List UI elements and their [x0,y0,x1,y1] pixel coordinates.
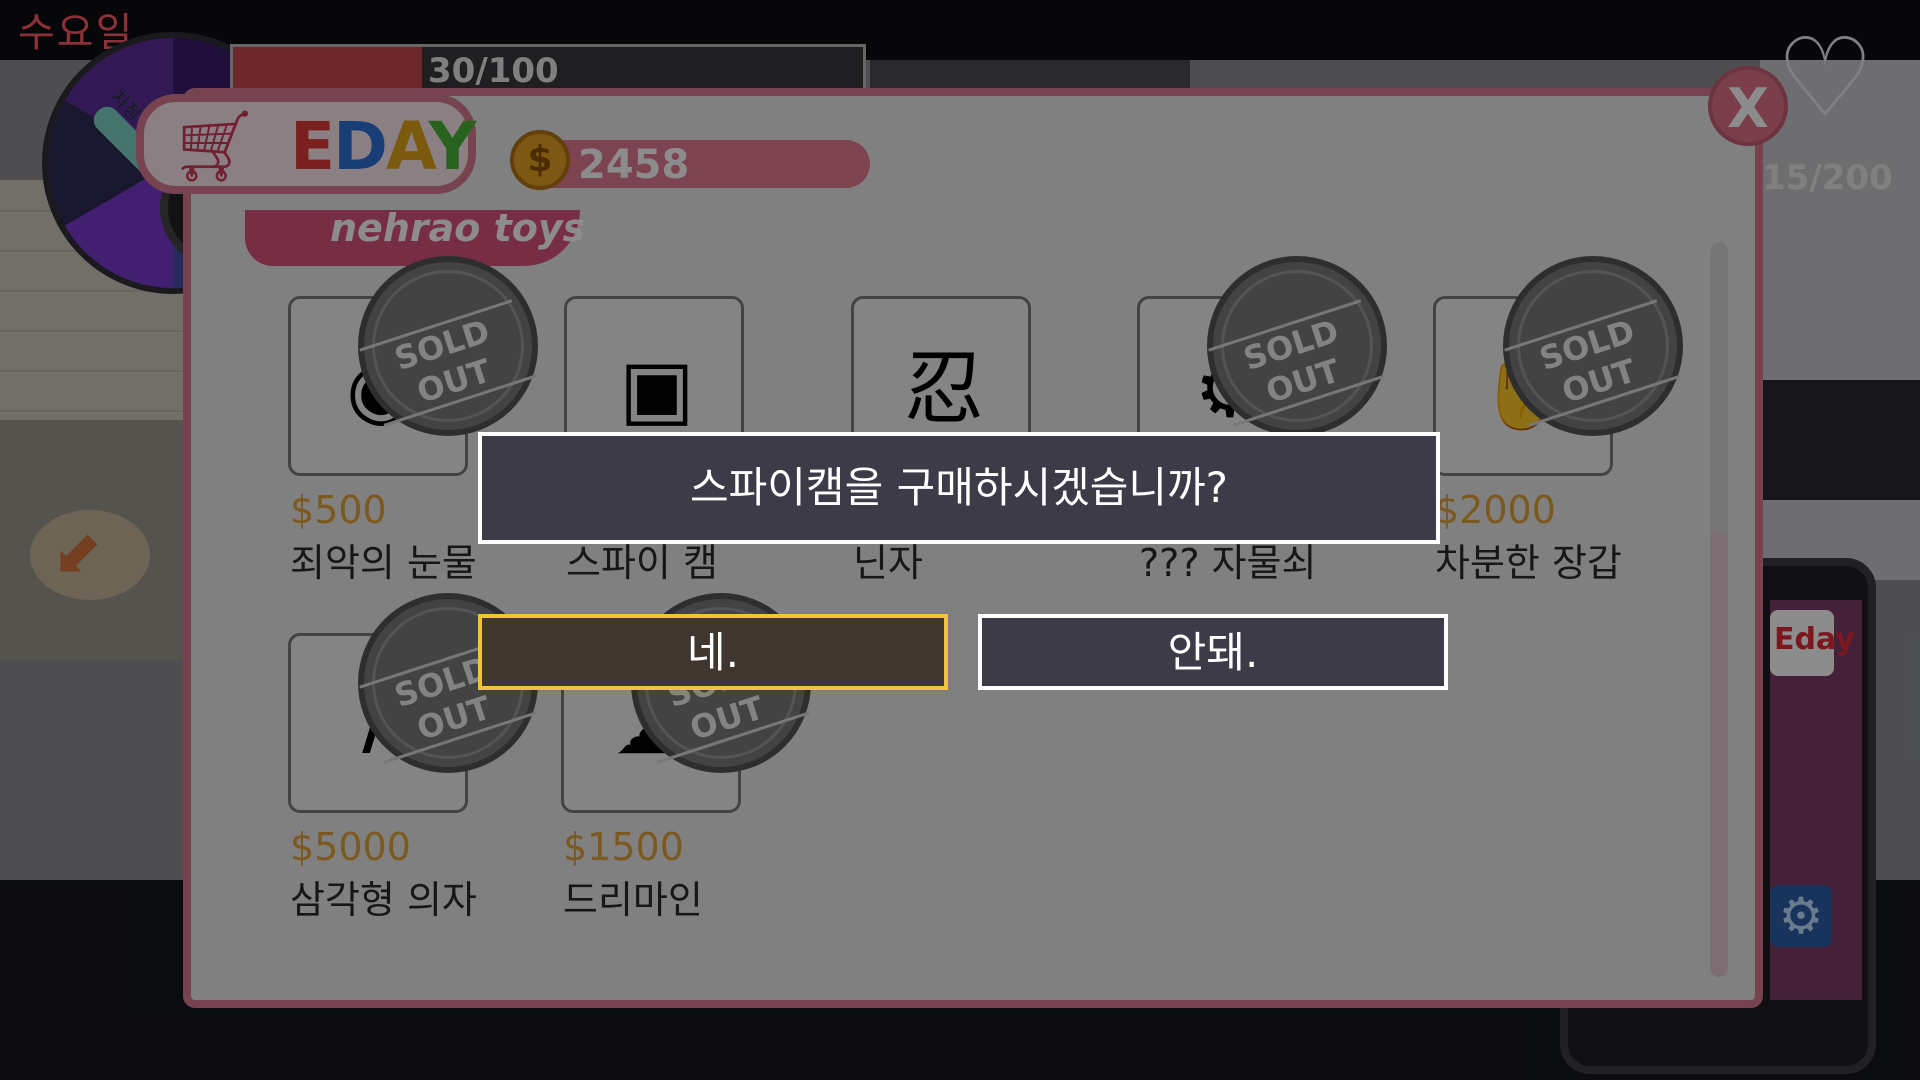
purchase-confirm-message: 스파이캠을 구매하시겠습니까? [478,432,1440,544]
confirm-yes-button[interactable]: 네. [478,614,948,690]
confirm-no-button[interactable]: 안돼. [978,614,1448,690]
